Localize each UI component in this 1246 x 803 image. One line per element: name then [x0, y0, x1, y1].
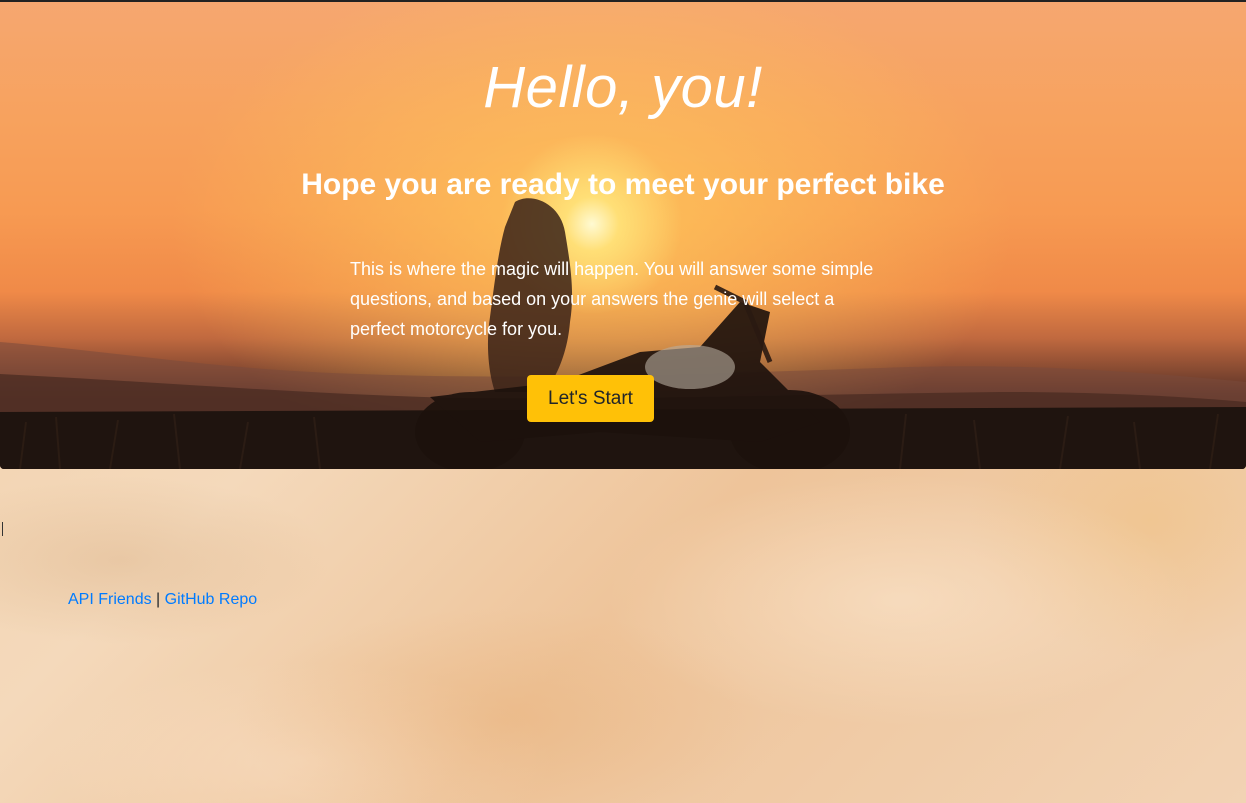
footer-link-separator: | — [156, 591, 161, 608]
footer-links: API Friends | GitHub Repo — [68, 591, 257, 609]
lets-start-button[interactable]: Let's Start — [527, 375, 654, 422]
hero-description: This is where the magic will happen. You… — [350, 259, 874, 339]
footer-link-api-friends[interactable]: API Friends — [68, 591, 152, 608]
footer-link-github-repo[interactable]: GitHub Repo — [165, 591, 258, 608]
hero-subtitle: Hope you are ready to meet your perfect … — [301, 168, 945, 201]
text-cursor — [2, 522, 3, 536]
hero-title: Hello, you! — [483, 55, 763, 120]
hero-banner: Hello, you! Hope you are ready to meet y… — [0, 2, 1246, 469]
